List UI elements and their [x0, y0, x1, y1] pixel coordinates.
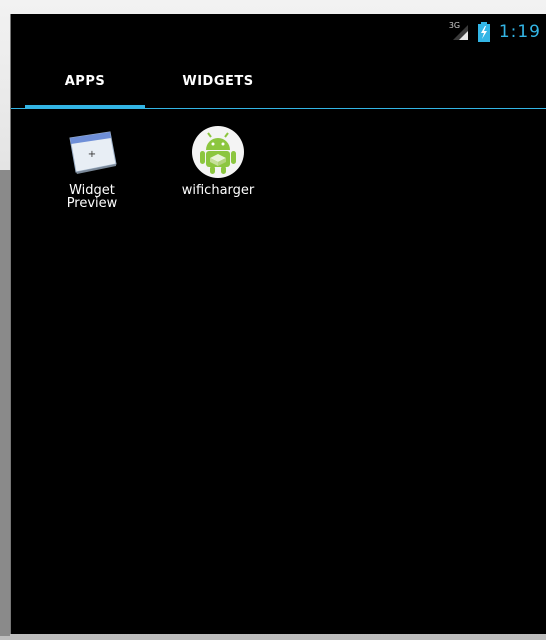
signal-indicator: 3G	[448, 21, 469, 41]
window-edge	[0, 170, 10, 636]
tab-apps[interactable]: APPS	[25, 54, 145, 108]
tab-selected-indicator	[25, 105, 145, 109]
android-robot-icon	[192, 126, 244, 178]
emulator-frame: 3G 1:19 APPS WIDGETS + Widget Preview wi…	[0, 0, 546, 640]
network-type-label: 3G	[448, 21, 461, 30]
app-wificharger[interactable]: wificharger	[163, 124, 273, 197]
status-icons: 3G 1:19	[448, 21, 541, 42]
app-widget-preview[interactable]: + Widget Preview	[37, 124, 147, 210]
tab-widgets[interactable]: WIDGETS	[153, 54, 283, 108]
device-screen: 3G 1:19 APPS WIDGETS + Widget Preview wi…	[10, 14, 546, 634]
battery-charging-icon	[477, 22, 490, 42]
status-clock: 1:19	[498, 22, 541, 42]
tab-bar: APPS WIDGETS	[11, 54, 546, 110]
svg-text:+: +	[88, 149, 96, 160]
tab-apps-label: APPS	[64, 73, 106, 89]
app-label-line1: wificharger	[181, 183, 255, 198]
app-label-line2: Preview	[66, 196, 118, 211]
widget-preview-icon: +	[69, 131, 117, 174]
status-bar: 3G 1:19	[11, 14, 546, 54]
tab-widgets-label: WIDGETS	[182, 73, 254, 89]
